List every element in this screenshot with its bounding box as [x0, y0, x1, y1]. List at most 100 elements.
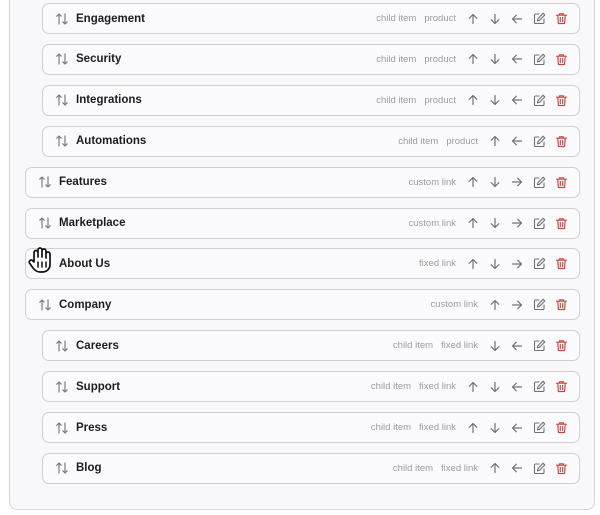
menu-item-row[interactable]: Marketplace custom link [25, 207, 580, 239]
trash-icon[interactable] [550, 458, 572, 478]
arrow-up-icon[interactable] [484, 458, 506, 478]
arrow-down-icon[interactable] [484, 9, 506, 29]
menu-item-tag: custom link [408, 176, 456, 188]
arrow-right-icon[interactable] [506, 295, 528, 315]
edit-icon[interactable] [528, 90, 550, 110]
arrow-up-icon[interactable] [484, 295, 506, 315]
arrow-down-icon[interactable] [484, 336, 506, 356]
edit-icon[interactable] [528, 49, 550, 69]
arrow-right-icon[interactable] [506, 213, 528, 233]
edit-icon[interactable] [528, 172, 550, 192]
drag-sort-icon[interactable] [54, 51, 70, 67]
edit-icon[interactable] [528, 131, 550, 151]
drag-sort-icon[interactable] [37, 256, 53, 272]
menu-item-row[interactable]: Engagement child item product [42, 3, 580, 34]
menu-item-row[interactable]: Press child item fixed link [42, 412, 580, 443]
arrow-up-icon[interactable] [462, 254, 484, 274]
arrow-down-icon[interactable] [484, 90, 506, 110]
trash-icon[interactable] [550, 90, 572, 110]
edit-icon[interactable] [528, 254, 550, 274]
menu-item-label: Press [76, 421, 108, 434]
menu-item-label: Integrations [76, 94, 142, 107]
arrow-down-icon[interactable] [484, 418, 506, 438]
trash-icon[interactable] [550, 418, 572, 438]
menu-item-row[interactable]: About Us fixed link [25, 248, 580, 280]
menu-item-row[interactable]: Automations child item product [42, 125, 580, 157]
trash-icon[interactable] [550, 49, 572, 69]
arrow-up-icon[interactable] [462, 418, 484, 438]
arrow-up-icon[interactable] [462, 213, 484, 233]
menu-item-tags: child item product [390, 136, 478, 147]
arrow-down-icon[interactable] [484, 254, 506, 274]
drag-sort-icon[interactable] [54, 379, 70, 395]
arrow-left-icon[interactable] [506, 336, 528, 356]
drag-sort-icon[interactable] [54, 133, 70, 149]
arrow-up-icon[interactable] [462, 9, 484, 29]
arrow-up-icon[interactable] [462, 172, 484, 192]
arrow-down-icon[interactable] [484, 172, 506, 192]
trash-icon[interactable] [550, 213, 572, 233]
trash-icon[interactable] [550, 295, 572, 315]
menu-item-row[interactable]: Security child item product [42, 43, 580, 75]
edit-icon[interactable] [528, 418, 550, 438]
arrow-left-icon[interactable] [506, 131, 528, 151]
menu-item-row[interactable]: Careers child item fixed link [42, 330, 580, 362]
arrow-left-icon[interactable] [506, 9, 528, 29]
trash-icon[interactable] [550, 131, 572, 151]
menu-item-actions [462, 377, 572, 397]
menu-item-tag: child item [392, 340, 434, 352]
menu-item-tags: child item fixed link [385, 340, 478, 351]
menu-item-label: Security [76, 53, 122, 66]
trash-icon[interactable] [550, 254, 572, 274]
menu-item-row[interactable]: Integrations child item product [42, 84, 580, 116]
arrow-left-icon[interactable] [506, 377, 528, 397]
menu-item-tag: fixed link [441, 462, 478, 474]
arrow-up-icon[interactable] [462, 377, 484, 397]
arrow-up-icon[interactable] [462, 90, 484, 110]
menu-item-row[interactable]: Support child item fixed link [42, 371, 580, 403]
drag-sort-icon[interactable] [37, 215, 53, 231]
menu-item-label: Marketplace [59, 217, 126, 229]
drag-sort-icon[interactable] [54, 420, 70, 436]
arrow-down-icon[interactable] [484, 377, 506, 397]
arrow-down-icon[interactable] [484, 49, 506, 69]
edit-icon[interactable] [528, 458, 550, 478]
arrow-up-icon[interactable] [462, 49, 484, 69]
menu-item-tag: custom link [408, 217, 456, 229]
trash-icon[interactable] [550, 336, 572, 356]
arrow-right-icon[interactable] [506, 172, 528, 192]
drag-sort-icon[interactable] [37, 297, 53, 313]
trash-icon[interactable] [550, 9, 572, 29]
menu-item-tag: child item [370, 422, 412, 433]
drag-sort-icon[interactable] [54, 460, 70, 476]
arrow-up-icon[interactable] [484, 131, 506, 151]
menu-item-label: Features [59, 176, 107, 189]
menu-item-tag: product [424, 94, 456, 106]
drag-sort-icon[interactable] [37, 174, 53, 190]
edit-icon[interactable] [528, 377, 550, 397]
menu-item-actions [462, 254, 572, 274]
drag-sort-icon[interactable] [54, 11, 70, 27]
menu-item-actions [484, 336, 572, 356]
menu-item-tags: child item product [368, 95, 456, 106]
arrow-left-icon[interactable] [506, 458, 528, 478]
arrow-left-icon[interactable] [506, 49, 528, 69]
edit-icon[interactable] [528, 213, 550, 233]
drag-sort-icon[interactable] [54, 338, 70, 354]
trash-icon[interactable] [550, 172, 572, 192]
edit-icon[interactable] [528, 295, 550, 315]
drag-sort-icon[interactable] [54, 92, 70, 108]
edit-icon[interactable] [528, 9, 550, 29]
menu-item-row[interactable]: Company custom link [25, 289, 580, 321]
arrow-left-icon[interactable] [506, 418, 528, 438]
menu-item-actions [484, 131, 572, 151]
arrow-left-icon[interactable] [506, 90, 528, 110]
menu-item-row[interactable]: Blog child item fixed link [42, 452, 580, 484]
trash-icon[interactable] [550, 377, 572, 397]
arrow-right-icon[interactable] [506, 254, 528, 274]
edit-icon[interactable] [528, 336, 550, 356]
menu-item-row[interactable]: Features custom link [25, 166, 580, 198]
menu-item-tag: child item [392, 462, 434, 474]
menu-item-tag: child item [370, 381, 412, 393]
arrow-down-icon[interactable] [484, 213, 506, 233]
